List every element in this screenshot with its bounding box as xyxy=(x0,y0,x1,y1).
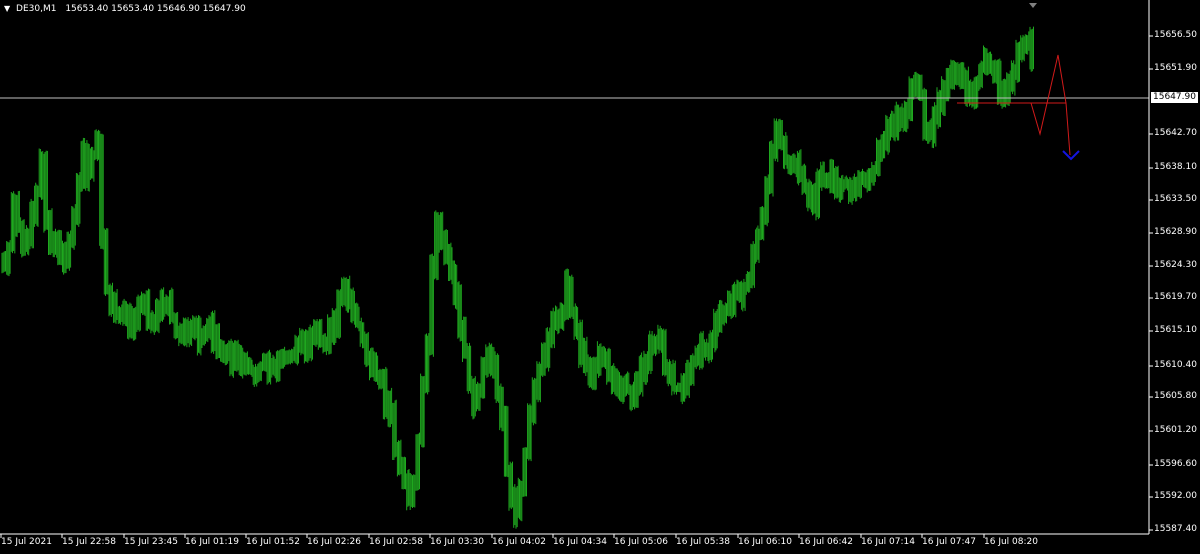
price-tick-label: 15656.50 xyxy=(1154,30,1197,40)
time-tick-label: 16 Jul 04:34 xyxy=(553,537,607,547)
time-tick-label: 16 Jul 02:26 xyxy=(307,537,361,547)
down-arrow-icon xyxy=(1062,150,1080,161)
time-tick-label: 16 Jul 07:14 xyxy=(861,537,915,547)
time-tick-label: 16 Jul 07:47 xyxy=(922,537,976,547)
time-tick-label: 16 Jul 05:06 xyxy=(614,537,668,547)
shift-marker-icon xyxy=(1029,3,1037,8)
price-tick-label: 15587.40 xyxy=(1154,524,1197,534)
price-chart[interactable] xyxy=(0,0,1200,554)
chart-menu-icon[interactable]: ▼ xyxy=(4,4,10,13)
projection-zigzag xyxy=(1030,54,1071,156)
time-tick-label: 16 Jul 02:58 xyxy=(369,537,423,547)
price-tick-label: 15592.00 xyxy=(1154,491,1197,501)
symbol-label: DE30,M1 xyxy=(16,4,57,14)
price-bars xyxy=(1,26,1034,529)
time-tick-label: 16 Jul 01:19 xyxy=(185,537,239,547)
price-tick-label: 15628.90 xyxy=(1154,227,1197,237)
chart-header: ▼ DE30,M1 15653.40 15653.40 15646.90 156… xyxy=(4,4,246,14)
price-tick-label: 15619.70 xyxy=(1154,292,1197,302)
time-tick-label: 16 Jul 05:38 xyxy=(676,537,730,547)
time-tick-label: 15 Jul 23:45 xyxy=(124,537,178,547)
price-tick-label: 15615.10 xyxy=(1154,325,1197,335)
price-tick-label: 15642.70 xyxy=(1154,128,1197,138)
time-tick-label: 16 Jul 06:42 xyxy=(799,537,853,547)
time-tick-label: 15 Jul 2021 xyxy=(1,537,52,547)
time-tick-label: 15 Jul 22:58 xyxy=(62,537,116,547)
current-price-label: 15647.90 xyxy=(1151,92,1198,103)
time-tick-label: 16 Jul 06:10 xyxy=(738,537,792,547)
ohlc-values: 15653.40 15653.40 15646.90 15647.90 xyxy=(65,4,246,14)
price-tick-label: 15596.60 xyxy=(1154,459,1197,469)
price-tick-label: 15624.30 xyxy=(1154,260,1197,270)
price-tick-label: 15601.20 xyxy=(1154,425,1197,435)
price-tick-label: 15638.10 xyxy=(1154,162,1197,172)
price-tick-label: 15605.80 xyxy=(1154,391,1197,401)
price-tick-label: 15651.90 xyxy=(1154,63,1197,73)
time-tick-label: 16 Jul 03:30 xyxy=(430,537,484,547)
price-tick-label: 15633.50 xyxy=(1154,194,1197,204)
price-tick-label: 15610.40 xyxy=(1154,360,1197,370)
time-tick-label: 16 Jul 08:20 xyxy=(984,537,1038,547)
time-tick-label: 16 Jul 01:52 xyxy=(246,537,300,547)
time-tick-label: 16 Jul 04:02 xyxy=(492,537,546,547)
